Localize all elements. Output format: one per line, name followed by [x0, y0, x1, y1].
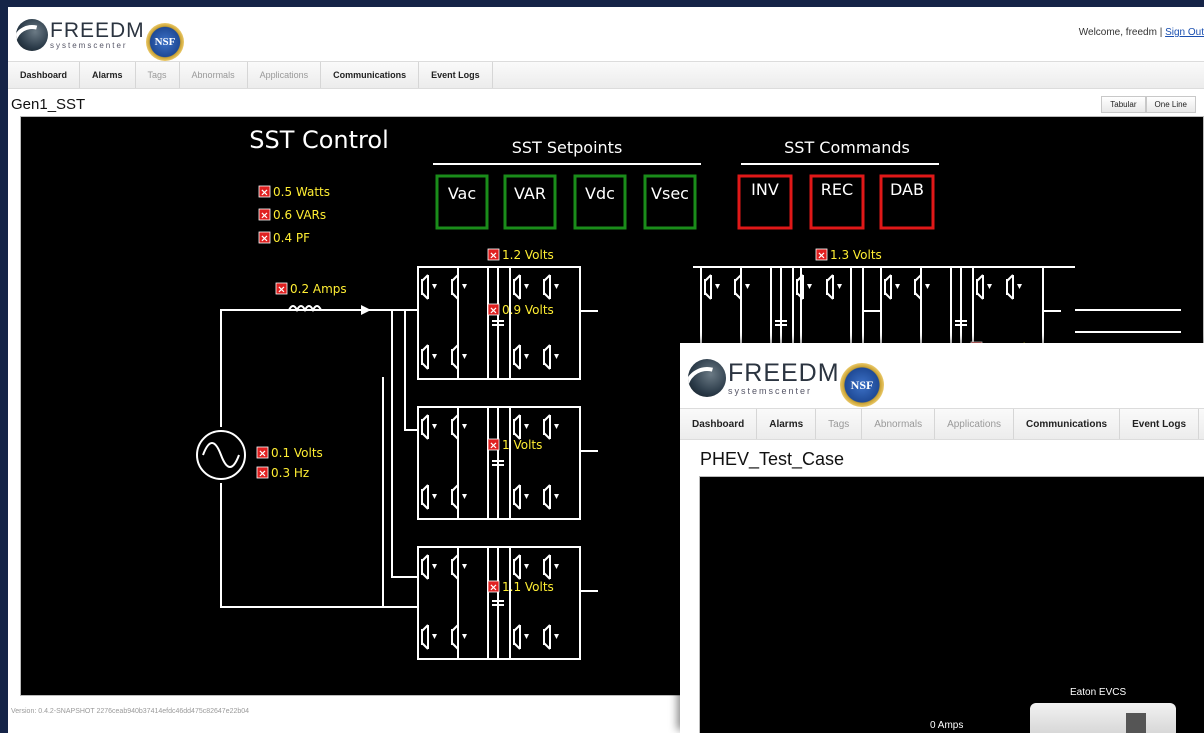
overlay-page-title: PHEV_Test_Case	[700, 449, 845, 469]
setpoint-label: Vdc	[585, 184, 615, 203]
overlay-tab-abnormals[interactable]: Abnormals	[862, 409, 936, 439]
overlay-nsf-logo-icon: NSF	[840, 363, 884, 407]
commands-title: SST Commands	[784, 138, 910, 157]
view-toggle: Tabular One Line	[1101, 96, 1196, 113]
svg-text:×: ×	[277, 285, 285, 296]
setpoint-vdc-button[interactable]: Vdc	[573, 174, 627, 230]
svg-text:0.6 VARs: 0.6 VARs	[273, 208, 326, 222]
svg-text:×: ×	[260, 188, 268, 199]
svg-text:0.3 Hz: 0.3 Hz	[271, 466, 309, 480]
tab-applications[interactable]: Applications	[248, 62, 322, 88]
setpoint-vsec-button[interactable]: Vsec	[643, 174, 697, 230]
phev-window: FREEDM systemscenter NSF Dashboard Alarm…	[680, 343, 1204, 733]
reading-cap2: × 1 Volts	[487, 438, 542, 452]
tab-event-logs[interactable]: Event Logs	[419, 62, 493, 88]
command-rec-button[interactable]: REC	[809, 174, 865, 230]
reading-src-volts: × 0.1 Volts	[256, 446, 323, 460]
freedm-logo[interactable]: FREEDM systemscenter	[16, 19, 145, 51]
reading-amps: × 0.2 Amps	[275, 282, 347, 296]
svg-text:0.9 Volts: 0.9 Volts	[502, 303, 554, 317]
tab-tags[interactable]: Tags	[136, 62, 180, 88]
ac-source-icon	[196, 430, 246, 480]
reading-bus1: × 1.2 Volts	[487, 248, 554, 262]
reading-watts: × 0.5 Watts	[258, 185, 330, 199]
command-inv-button[interactable]: INV	[737, 174, 793, 230]
overlay-header: FREEDM systemscenter NSF	[680, 343, 1204, 407]
nav-tabs: Dashboard Alarms Tags Abnormals Applicat…	[8, 61, 1204, 89]
svg-text:1.1 Volts: 1.1 Volts	[502, 580, 554, 594]
overlay-tab-event-logs[interactable]: Event Logs	[1120, 409, 1200, 439]
evcs-label: Eaton EVCS	[1070, 687, 1127, 698]
svg-text:1 Volts: 1 Volts	[502, 438, 542, 452]
command-dab-button[interactable]: DAB	[879, 174, 935, 230]
setpoint-label: VAR	[514, 184, 546, 203]
reading-pf: × 0.4 PF	[258, 231, 310, 245]
logo-text: FREEDM	[50, 19, 145, 42]
page-title: Gen1_SST	[11, 96, 86, 113]
svg-text:×: ×	[489, 441, 497, 452]
overlay-freedm-logo[interactable]: FREEDM systemscenter	[688, 359, 840, 397]
reading-cap3: × 1.1 Volts	[487, 580, 554, 594]
svg-text:×: ×	[258, 449, 266, 460]
svg-text:0.2 Amps: 0.2 Amps	[290, 282, 347, 296]
sign-out-link[interactable]: Sign Out	[1165, 27, 1204, 38]
header: FREEDM systemscenter NSF Welcome, freedm…	[8, 7, 1204, 61]
setpoint-label: Vac	[448, 184, 476, 203]
diagram-title: SST Control	[249, 126, 389, 154]
command-label: INV	[751, 180, 779, 199]
welcome-text: Welcome, freedm | Sign Out	[1079, 27, 1204, 38]
reading-hz: × 0.3 Hz	[256, 466, 309, 480]
version-text: Version: 0.4.2-SNAPSHOT 2276ceab940b3741…	[11, 708, 250, 715]
tabular-button[interactable]: Tabular	[1101, 96, 1146, 113]
svg-text:×: ×	[817, 251, 825, 262]
svg-text:×: ×	[260, 211, 268, 222]
svg-text:×: ×	[258, 469, 266, 480]
tab-communications[interactable]: Communications	[321, 62, 420, 88]
setpoint-label: Vsec	[651, 184, 689, 203]
svg-text:0.1 Volts: 0.1 Volts	[271, 446, 323, 460]
setpoints-title: SST Setpoints	[512, 138, 623, 157]
svg-text:×: ×	[260, 234, 268, 245]
setpoint-var-button[interactable]: VAR	[503, 174, 557, 230]
nsf-logo-icon: NSF	[146, 23, 184, 61]
amps-reading: 0 Amps	[930, 720, 964, 731]
overlay-tab-alarms[interactable]: Alarms	[757, 409, 817, 439]
overlay-nav-tabs: Dashboard Alarms Tags Abnormals Applicat…	[680, 408, 1204, 440]
svg-text:×: ×	[489, 306, 497, 317]
svg-text:1.2 Volts: 1.2 Volts	[502, 248, 554, 262]
overlay-tab-communications[interactable]: Communications	[1014, 409, 1121, 439]
overlay-tab-tags[interactable]: Tags	[816, 409, 863, 439]
welcome-label: Welcome, freedm |	[1078, 27, 1166, 38]
command-label: REC	[821, 180, 853, 199]
tab-abnormals[interactable]: Abnormals	[180, 62, 248, 88]
svg-text:1.3 Volts: 1.3 Volts	[830, 248, 882, 262]
reading-vars: × 0.6 VARs	[258, 208, 326, 222]
svg-text:0.4 PF: 0.4 PF	[273, 231, 310, 245]
overlay-tab-dashboard[interactable]: Dashboard	[680, 409, 758, 439]
reading-cap1: × 0.9 Volts	[487, 303, 554, 317]
overlay-logo-text: FREEDM	[728, 358, 840, 387]
setpoint-vac-button[interactable]: Vac	[435, 174, 489, 230]
reading-bus2: × 1.3 Volts	[815, 248, 882, 262]
tab-alarms[interactable]: Alarms	[80, 62, 136, 88]
logo-subtext: systemscenter	[50, 41, 128, 50]
svg-text:×: ×	[489, 583, 497, 594]
command-label: DAB	[890, 180, 924, 199]
svg-text:0.5 Watts: 0.5 Watts	[273, 185, 330, 199]
phev-diagram-panel: 0 Amps Eaton EVCS	[699, 476, 1204, 733]
tab-dashboard[interactable]: Dashboard	[8, 62, 81, 88]
svg-text:×: ×	[489, 251, 497, 262]
ev-charger-icon[interactable]	[1030, 703, 1176, 733]
overlay-freedm-logo-icon	[688, 359, 726, 397]
freedm-logo-icon	[16, 19, 48, 51]
one-line-button[interactable]: One Line	[1145, 96, 1196, 113]
overlay-tab-applications[interactable]: Applications	[935, 409, 1014, 439]
overlay-logo-subtext: systemscenter	[728, 385, 813, 396]
